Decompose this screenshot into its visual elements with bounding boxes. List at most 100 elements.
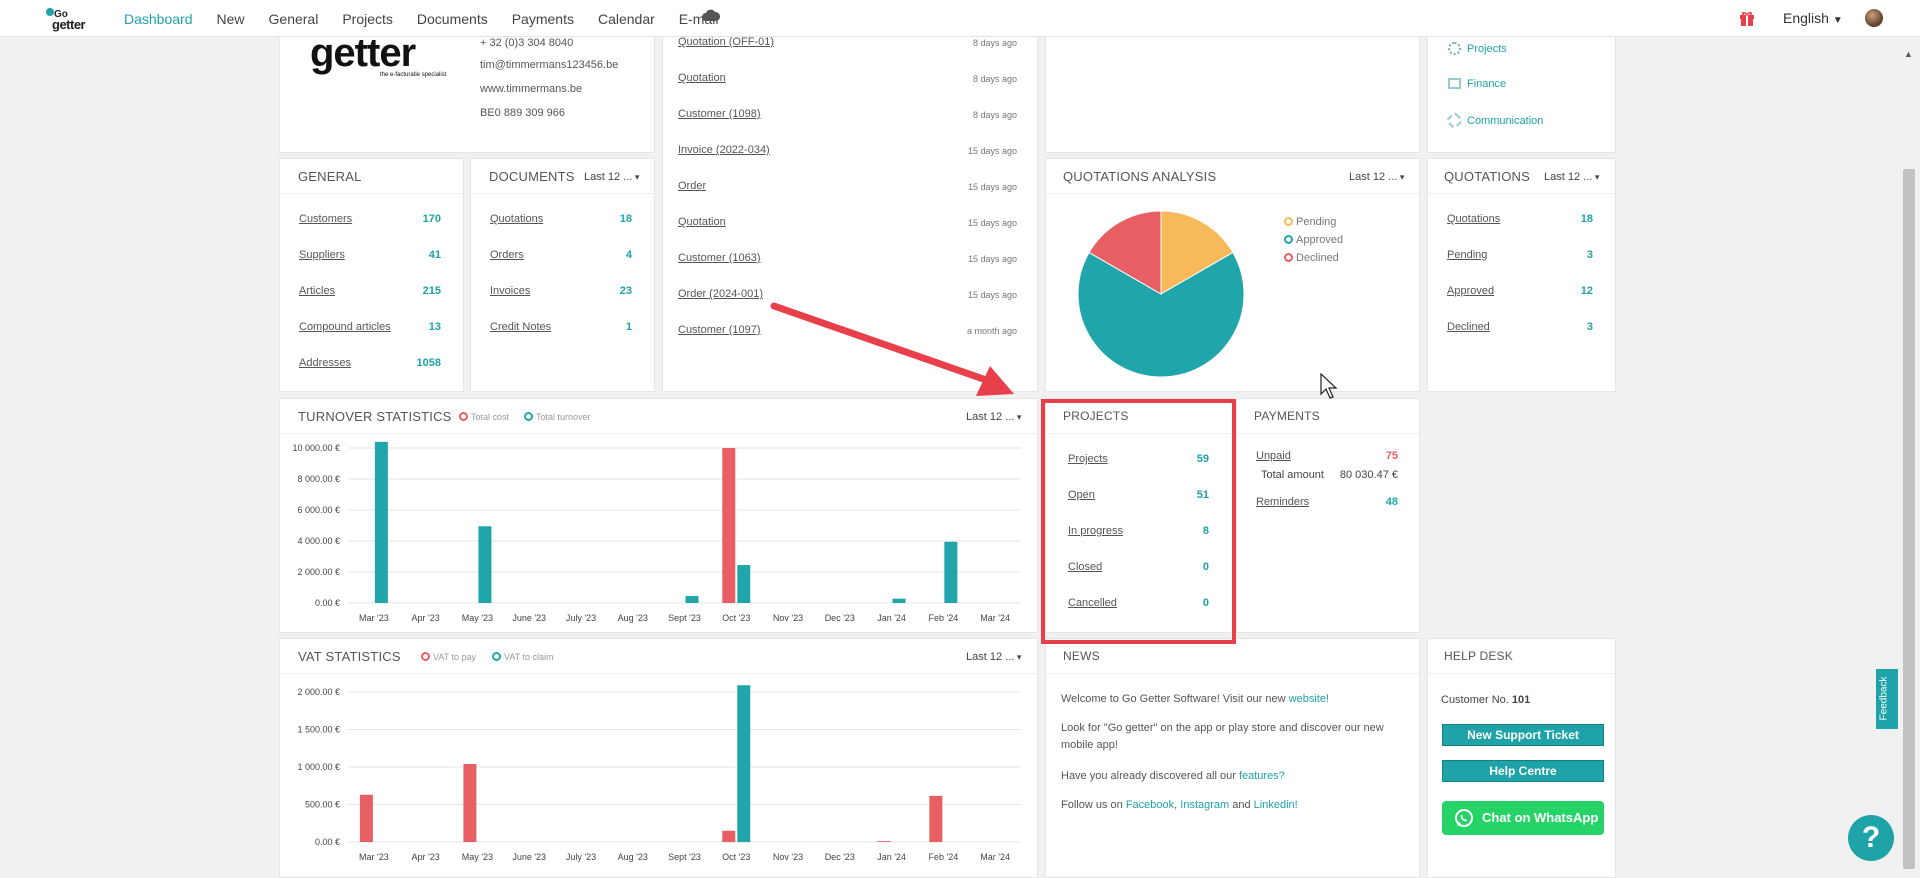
nav-general[interactable]: General — [269, 11, 319, 27]
general-row-label[interactable]: Compound articles — [299, 321, 391, 333]
quick-link-projects[interactable]: Projects — [1448, 42, 1507, 55]
quotations-row[interactable]: Approved 12 — [1447, 285, 1593, 299]
recent-item[interactable]: Quotation 15 days ago — [678, 216, 1017, 230]
bar-total-turnover[interactable] — [685, 596, 699, 603]
general-row[interactable]: Suppliers 41 — [299, 249, 441, 263]
gogetter-logo[interactable]: Go getter — [44, 7, 100, 32]
bar-total-turnover[interactable] — [892, 598, 906, 603]
help-bubble-button[interactable]: ? — [1848, 815, 1894, 861]
general-row[interactable]: Articles 215 — [299, 285, 441, 299]
scroll-up-icon[interactable]: ▲ — [1904, 49, 1913, 59]
documents-row[interactable]: Invoices 23 — [490, 285, 632, 299]
recent-item-label[interactable]: Quotation — [678, 72, 726, 84]
general-row-label[interactable]: Suppliers — [299, 249, 345, 261]
quotations-period-select[interactable]: Last 12 ... — [1544, 171, 1599, 183]
bar-vat-to-pay[interactable] — [929, 795, 943, 842]
vat-legend-claim[interactable]: VAT to claim — [492, 652, 554, 662]
recent-item[interactable]: Customer (1063) 15 days ago — [678, 252, 1017, 266]
recent-item-label[interactable]: Quotation — [678, 216, 726, 228]
recent-item-label[interactable]: Order (2024-001) — [678, 288, 763, 300]
bar-vat-to-pay[interactable] — [722, 830, 736, 842]
nav-dashboard[interactable]: Dashboard — [124, 11, 193, 27]
whatsapp-button-label: Chat on WhatsApp — [1482, 810, 1599, 825]
turnover-legend-turnover[interactable]: Total turnover — [524, 412, 591, 422]
quotations-row[interactable]: Quotations 18 — [1447, 213, 1593, 227]
general-row[interactable]: Compound articles 13 — [299, 321, 441, 335]
general-row[interactable]: Customers 170 — [299, 213, 441, 227]
legend-declined[interactable]: Declined — [1284, 252, 1343, 264]
company-website[interactable]: www.timmermans.be — [480, 83, 582, 95]
bar-vat-to-pay[interactable] — [877, 841, 891, 842]
payments-unpaid-label[interactable]: Unpaid — [1256, 450, 1291, 462]
quotations-row-label[interactable]: Pending — [1447, 249, 1487, 261]
vat-legend-pay[interactable]: VAT to pay — [421, 652, 476, 662]
bar-total-turnover[interactable] — [737, 565, 751, 603]
quotations-row-label[interactable]: Approved — [1447, 285, 1494, 297]
turnover-legend-cost[interactable]: Total cost — [459, 412, 509, 422]
recent-item[interactable]: Invoice (2022-034) 15 days ago — [678, 144, 1017, 158]
quick-link-finance[interactable]: Finance — [1448, 78, 1506, 90]
bar-total-turnover[interactable] — [944, 541, 958, 603]
legend-pending[interactable]: Pending — [1284, 216, 1343, 228]
nav-payments[interactable]: Payments — [512, 11, 574, 27]
recent-item[interactable]: Customer (1098) 8 days ago — [678, 108, 1017, 122]
turnover-period-select[interactable]: Last 12 ... — [966, 411, 1021, 423]
scrollbar-thumb[interactable] — [1903, 169, 1915, 869]
documents-row[interactable]: Quotations 18 — [490, 213, 632, 227]
general-row-label[interactable]: Customers — [299, 213, 352, 225]
page-scrollbar[interactable]: ▲ — [1898, 37, 1920, 878]
documents-period-select[interactable]: Last 12 ... — [584, 171, 639, 183]
bar-vat-to-pay[interactable] — [359, 794, 373, 842]
nav-new[interactable]: New — [217, 11, 245, 27]
whatsapp-button[interactable]: Chat on WhatsApp — [1442, 801, 1604, 835]
documents-row-label[interactable]: Invoices — [490, 285, 530, 297]
documents-row-label[interactable]: Credit Notes — [490, 321, 551, 333]
feedback-tab[interactable]: Feedback — [1876, 669, 1898, 729]
recent-item[interactable]: Quotation (OFF-01) 8 days ago — [678, 36, 1017, 50]
news-features-link[interactable]: features? — [1239, 770, 1285, 782]
bar-total-cost[interactable] — [722, 448, 736, 603]
recent-item-label[interactable]: Customer (1097) — [678, 324, 761, 336]
cloud-icon[interactable] — [702, 9, 720, 21]
user-avatar[interactable] — [1865, 9, 1883, 27]
recent-item[interactable]: Quotation 8 days ago — [678, 72, 1017, 86]
general-row-label[interactable]: Addresses — [299, 357, 351, 369]
documents-row[interactable]: Orders 4 — [490, 249, 632, 263]
documents-row-label[interactable]: Quotations — [490, 213, 543, 225]
bar-total-turnover[interactable] — [478, 526, 492, 603]
recent-item-label[interactable]: Quotation (OFF-01) — [678, 36, 774, 48]
gift-icon[interactable] — [1739, 10, 1755, 26]
bar-total-turnover[interactable] — [374, 441, 388, 603]
new-support-ticket-button[interactable]: New Support Ticket — [1442, 724, 1604, 746]
quotations-row[interactable]: Pending 3 — [1447, 249, 1593, 263]
quotations-row-label[interactable]: Declined — [1447, 321, 1490, 333]
recent-item[interactable]: Order 15 days ago — [678, 180, 1017, 194]
news-website-link[interactable]: website! — [1289, 693, 1329, 705]
bar-vat-to-pay[interactable] — [463, 764, 477, 842]
general-row[interactable]: Addresses 1058 — [299, 357, 441, 371]
quotations-row[interactable]: Declined 3 — [1447, 321, 1593, 335]
nav-documents[interactable]: Documents — [417, 11, 488, 27]
bar-vat-to-claim[interactable] — [737, 685, 751, 842]
news-linkedin-link[interactable]: Linkedin! — [1254, 799, 1298, 811]
recent-item-label[interactable]: Order — [678, 180, 706, 192]
nav-projects[interactable]: Projects — [342, 11, 393, 27]
news-facebook-link[interactable]: Facebook — [1126, 799, 1174, 811]
general-row-label[interactable]: Articles — [299, 285, 335, 297]
legend-approved[interactable]: Approved — [1284, 234, 1343, 246]
recent-item-label[interactable]: Invoice (2022-034) — [678, 144, 770, 156]
documents-row-label[interactable]: Orders — [490, 249, 524, 261]
payments-reminders-label[interactable]: Reminders — [1256, 496, 1309, 508]
documents-row[interactable]: Credit Notes 1 — [490, 321, 632, 335]
help-centre-button[interactable]: Help Centre — [1442, 760, 1604, 782]
quotations-analysis-period-select[interactable]: Last 12 ... — [1349, 171, 1404, 183]
quotations-row-label[interactable]: Quotations — [1447, 213, 1500, 225]
nav-calendar[interactable]: Calendar — [598, 11, 655, 27]
news-instagram-link[interactable]: Instagram — [1180, 799, 1229, 811]
recent-item-label[interactable]: Customer (1063) — [678, 252, 761, 264]
recent-item-label[interactable]: Customer (1098) — [678, 108, 761, 120]
language-selector[interactable]: English ▼ — [1783, 10, 1843, 26]
company-email[interactable]: tim@timmermans123456.be — [480, 59, 618, 71]
quick-link-communication[interactable]: Communication — [1445, 111, 1543, 130]
vat-period-select[interactable]: Last 12 ... — [966, 651, 1021, 663]
